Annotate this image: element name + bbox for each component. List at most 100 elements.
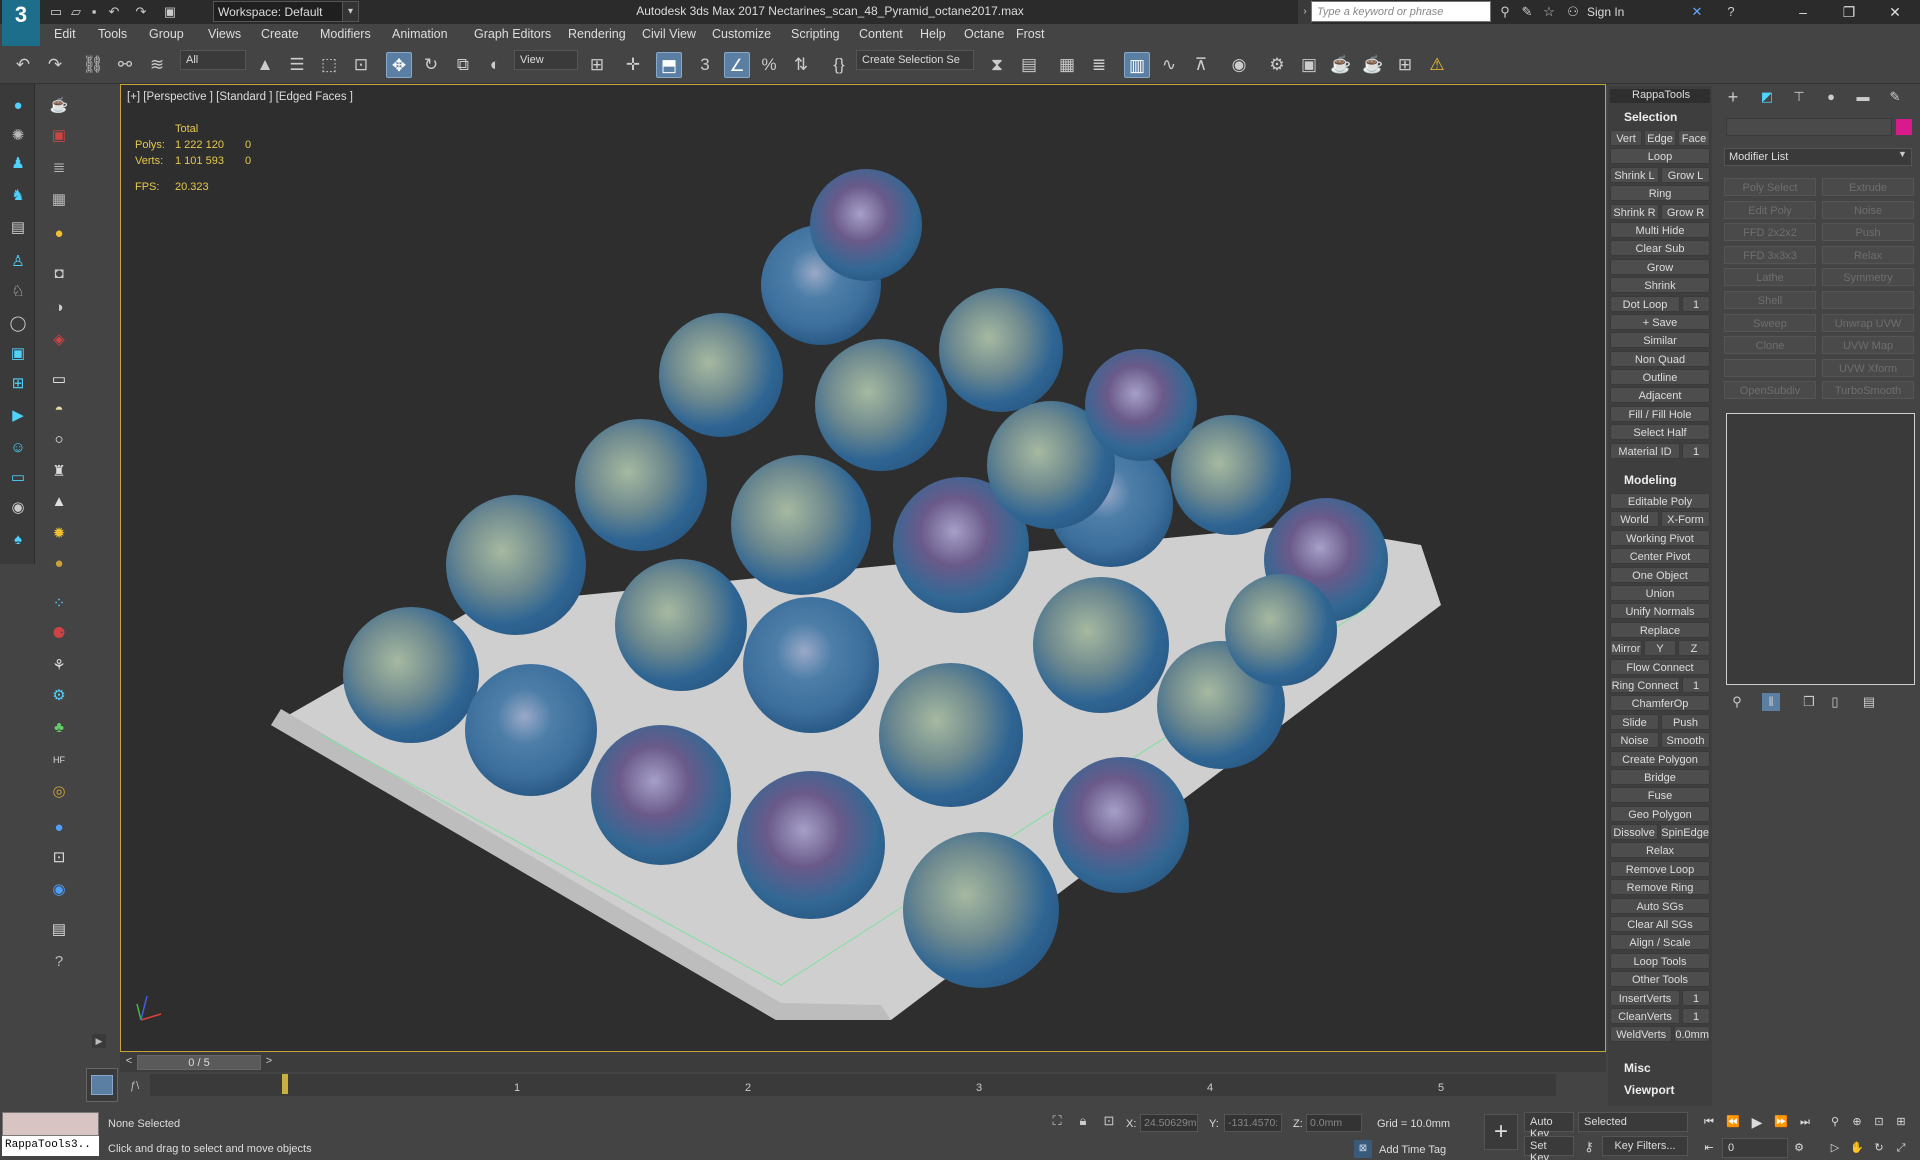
rappa-1-button[interactable]: 1 xyxy=(1682,1007,1710,1024)
rappa-replace-button[interactable]: Replace xyxy=(1610,621,1710,638)
absolute-mode-icon[interactable]: ⊡ xyxy=(1100,1112,1118,1130)
render-icon[interactable]: ▶ xyxy=(4,404,32,428)
selection-filter-dropdown[interactable]: All xyxy=(180,50,246,70)
rappa-unify-normals-button[interactable]: Unify Normals xyxy=(1610,603,1710,620)
zoom-extents-all-icon[interactable]: ⊞ xyxy=(1892,1112,1910,1132)
helper-icon[interactable]: ⊡ xyxy=(45,846,73,870)
section-modeling[interactable]: Modeling xyxy=(1610,473,1710,489)
bulb-icon[interactable]: ♠ xyxy=(4,528,32,552)
rappa-non-quad-button[interactable]: Non Quad xyxy=(1610,350,1710,367)
light-icon[interactable]: ● xyxy=(45,222,73,246)
bind-spacewarp-icon[interactable]: ≋ xyxy=(144,52,170,78)
vase-icon[interactable]: ♜ xyxy=(45,460,73,484)
eye-icon[interactable]: ◉ xyxy=(4,496,32,520)
modifier-edit-poly-button[interactable]: Edit Poly xyxy=(1724,200,1816,219)
modifier-clone-button[interactable]: Clone xyxy=(1724,336,1816,355)
menu-customize[interactable]: Customize xyxy=(712,27,771,41)
minimize-icon[interactable]: – xyxy=(1780,0,1826,24)
named-selection-dropdown[interactable]: Create Selection Se xyxy=(856,50,974,70)
rappa-loop-tools-button[interactable]: Loop Tools xyxy=(1610,952,1710,969)
menu-graph-editors[interactable]: Graph Editors xyxy=(474,27,551,41)
menu-civil-view[interactable]: Civil View xyxy=(642,27,696,41)
isolate-icon[interactable]: ⛶ xyxy=(1048,1112,1066,1130)
rappa-0-0mm-button[interactable]: 0.0mm xyxy=(1674,1026,1710,1043)
modifier-list-dropdown[interactable]: Modifier List xyxy=(1724,148,1912,166)
mirror-icon[interactable]: ⧗ xyxy=(984,52,1010,78)
populate-icon[interactable]: ♟ xyxy=(4,152,32,176)
rappa-smooth-button[interactable]: Smooth xyxy=(1661,732,1710,749)
redo-icon[interactable]: ↷ xyxy=(131,2,151,22)
create-tab-icon[interactable]: + xyxy=(1724,88,1742,106)
book-icon[interactable]: ▤ xyxy=(4,216,32,240)
rappa-adjacent-button[interactable]: Adjacent xyxy=(1610,387,1710,404)
spinner-snap-icon[interactable]: ⇅ xyxy=(788,52,814,78)
modify-tab-icon[interactable]: ◩ xyxy=(1758,88,1776,106)
rappa-one-object-button[interactable]: One Object xyxy=(1610,566,1710,583)
ref-coord-dropdown[interactable]: View xyxy=(514,50,578,70)
rappa-material-id-button[interactable]: Material ID xyxy=(1610,442,1680,459)
angle-snap-icon[interactable]: ∠ xyxy=(724,52,750,78)
curve-editor-icon[interactable]: ∿ xyxy=(1156,52,1182,78)
rappa-auto-sgs-button[interactable]: Auto SGs xyxy=(1610,897,1710,914)
menu-create[interactable]: Create xyxy=(261,27,299,41)
window-crossing-icon[interactable]: ⊡ xyxy=(348,52,374,78)
current-frame-field[interactable]: 0 xyxy=(1722,1138,1788,1158)
pan-icon[interactable]: ✋ xyxy=(1848,1138,1866,1158)
rappa-grow-button[interactable]: Grow xyxy=(1610,258,1710,275)
expand-panel-icon[interactable]: ▶ xyxy=(92,1034,106,1048)
project-folder-icon[interactable]: ▣ xyxy=(160,2,180,22)
loop-icon[interactable]: ◯ xyxy=(4,312,32,336)
object-color-swatch[interactable] xyxy=(1896,119,1912,135)
key-mode-dropdown[interactable]: Selected xyxy=(1578,1112,1688,1132)
align-icon[interactable]: ▤ xyxy=(1016,52,1042,78)
unlink-icon[interactable]: ⚯ xyxy=(112,52,138,78)
show-end-result-icon[interactable]: ‖ xyxy=(1762,693,1780,711)
rappa-shrink-r-button[interactable]: Shrink R xyxy=(1610,203,1659,220)
modifier-blank-button[interactable] xyxy=(1822,290,1914,309)
menu-octane[interactable]: Octane xyxy=(964,27,1004,41)
sphere-icon[interactable]: ○ xyxy=(45,428,73,452)
rappa-1-button[interactable]: 1 xyxy=(1682,989,1710,1006)
rappa-weldverts-button[interactable]: WeldVerts xyxy=(1610,1026,1673,1043)
image-icon[interactable]: ▣ xyxy=(45,124,73,148)
rappa-union-button[interactable]: Union xyxy=(1610,584,1710,601)
render-frame-icon[interactable]: ▣ xyxy=(1296,52,1322,78)
undo-button[interactable]: ↶ xyxy=(10,52,36,78)
key-filter-icon[interactable]: ⚷ xyxy=(1580,1138,1598,1156)
rappa-save-button[interactable]: + Save xyxy=(1610,313,1710,330)
menu-modifiers[interactable]: Modifiers xyxy=(320,27,371,41)
modifier-uvw-map-button[interactable]: UVW Map xyxy=(1822,336,1914,355)
auto-key-button[interactable]: Auto Key xyxy=(1524,1112,1574,1140)
film-icon[interactable]: ◈ xyxy=(45,328,73,352)
motion-tab-icon[interactable]: ● xyxy=(1822,88,1840,106)
fur-icon[interactable]: ◎ xyxy=(45,780,73,804)
select-scale-icon[interactable]: ⧉ xyxy=(450,52,476,78)
ribbon-toggle-icon[interactable]: ▥ xyxy=(1124,52,1150,78)
modifier-shell-button[interactable]: Shell xyxy=(1724,290,1816,309)
next-key-icon[interactable]: ⏩ xyxy=(1772,1112,1790,1132)
x-coordinate[interactable]: 24.50629m xyxy=(1140,1114,1198,1132)
plane-icon[interactable]: ▭ xyxy=(45,368,73,392)
select-rotate-icon[interactable]: ↻ xyxy=(418,52,444,78)
rappa-ring-connect-button[interactable]: Ring Connect xyxy=(1610,676,1680,693)
menu-edit[interactable]: Edit xyxy=(54,27,76,41)
modifier-ffd-2x2x2-button[interactable]: FFD 2x2x2 xyxy=(1724,223,1816,242)
user-icon[interactable]: ⚇ xyxy=(1564,3,1582,21)
add-time-tag[interactable]: Add Time Tag xyxy=(1379,1144,1446,1156)
modifier-symmetry-button[interactable]: Symmetry xyxy=(1822,268,1914,287)
particles-icon[interactable]: ⁘ xyxy=(45,592,73,616)
rappa-remove-ring-button[interactable]: Remove Ring xyxy=(1610,879,1710,896)
rappa-1-button[interactable]: 1 xyxy=(1682,295,1710,312)
rappa-noise-button[interactable]: Noise xyxy=(1610,732,1659,749)
rappa-geo-polygon-button[interactable]: Geo Polygon xyxy=(1610,805,1710,822)
layer-explorer-icon[interactable]: ≣ xyxy=(1086,52,1112,78)
render-production-icon[interactable]: ☕ xyxy=(1328,52,1354,78)
window-icon[interactable]: ▭ xyxy=(4,466,32,490)
help-circle-icon[interactable]: ? xyxy=(45,950,73,974)
rappa-y-button[interactable]: Y xyxy=(1644,640,1676,657)
rappa-1-button[interactable]: 1 xyxy=(1682,676,1710,693)
viewport-label[interactable]: [+] [Perspective ] [Standard ] [Edged Fa… xyxy=(127,91,353,103)
rappa-shrink-button[interactable]: Shrink xyxy=(1610,277,1710,294)
rappa-push-button[interactable]: Push xyxy=(1661,713,1710,730)
section-misc-collapsed[interactable]: Misc xyxy=(1610,1061,1710,1077)
